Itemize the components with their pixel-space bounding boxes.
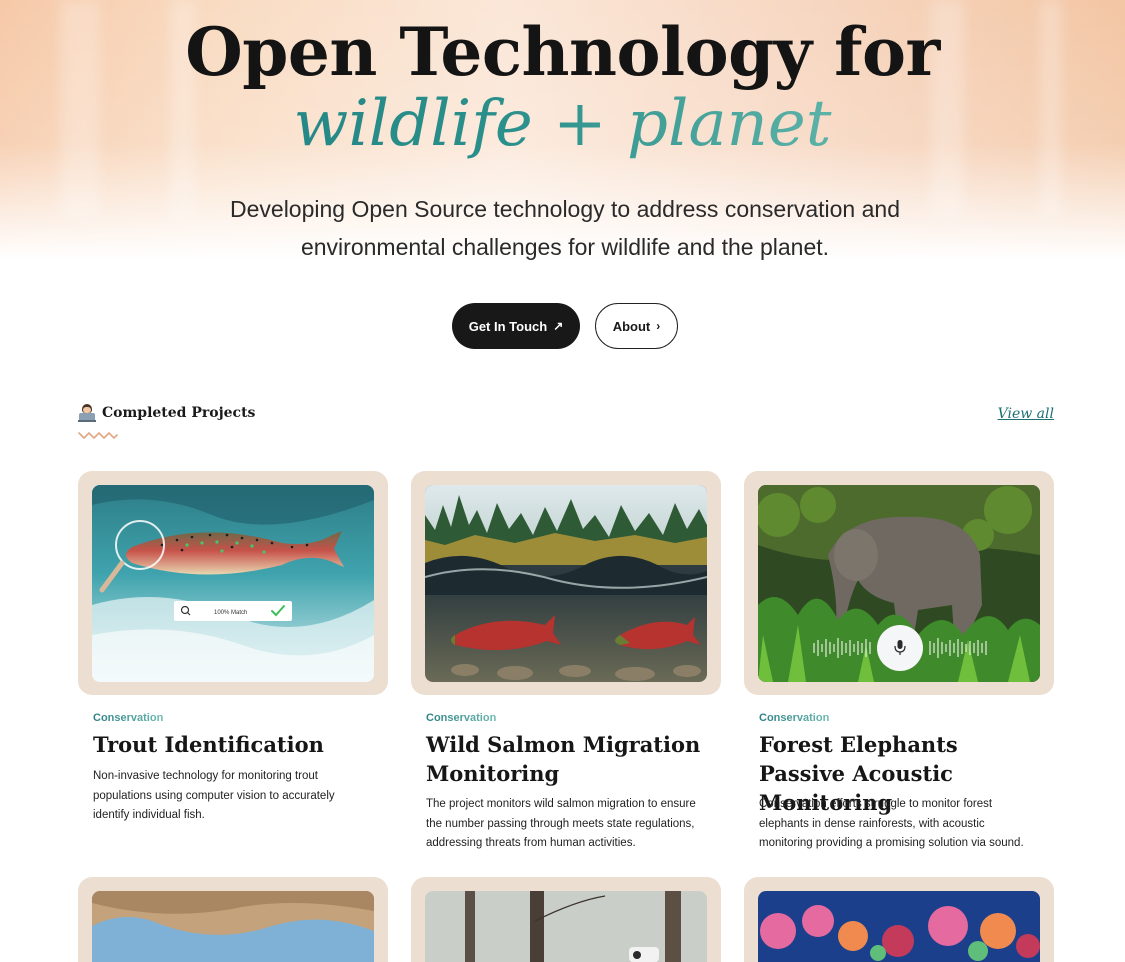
view-all-link[interactable]: View all [998,406,1054,422]
card-description: Conservation efforts struggle to monitor… [759,798,1024,849]
technologist-icon [78,404,96,422]
hero-subtitle: wildlife + planet [0,86,1125,162]
about-label: About [612,318,651,334]
trout-image: 100% Match [92,485,374,682]
forest-camera-image [425,891,707,962]
project-card-elephants[interactable]: Conservation Forest Elephants Passive Ac… [744,471,1054,856]
project-card-trout[interactable]: 100% Match Conservation Trout Identifica… [78,471,388,831]
card-category: Conservation [426,712,497,724]
elephant-image [758,485,1040,682]
hero-description: Developing Open Source technology to add… [230,196,900,260]
project-card-6[interactable] [744,877,1054,962]
squiggle-underline-icon [78,432,118,439]
coral-reef-image [758,891,1040,962]
card-category: Conservation [93,712,164,724]
card-category: Conservation [759,712,830,724]
salmon-image [425,485,707,682]
hero-title: Open Technology for [185,13,940,91]
section-title: Completed Projects [78,404,255,422]
chevron-right-icon: › [656,319,661,333]
get-in-touch-label: Get In Touch [468,318,548,334]
project-card-4[interactable] [78,877,388,962]
match-overlay-text: 100% Match [214,610,247,616]
card-description: The project monitors wild salmon migrati… [426,798,696,849]
card-title: Wild Salmon Migration Monitoring [426,732,701,786]
get-in-touch-button[interactable]: Get In Touch ↗ [452,303,580,349]
dust-cloud-image [92,891,374,962]
project-card-5[interactable] [411,877,721,962]
section-header: Completed Projects View all [78,404,1054,444]
project-card-salmon[interactable]: Conservation Wild Salmon Migration Monit… [411,471,721,856]
card-title: Trout Identification [93,732,324,757]
section-title-text: Completed Projects [102,405,256,421]
card-description: Non-invasive technology for monitoring t… [93,770,335,821]
arrow-up-right-icon: ↗ [553,319,564,333]
about-button[interactable]: About › [595,303,678,349]
